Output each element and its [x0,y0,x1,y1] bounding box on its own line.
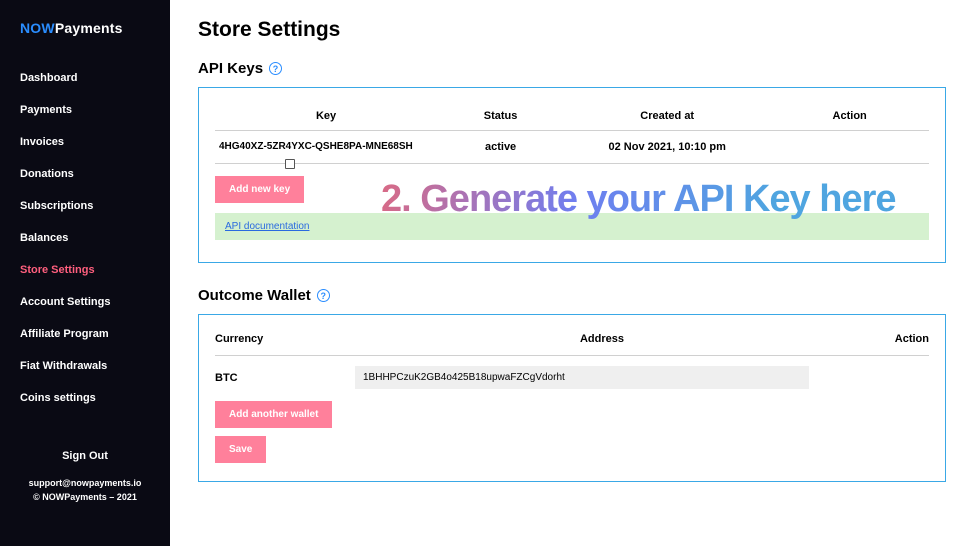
api-key-value: 4HG40XZ-5ZR4YXC-QSHE8PA-MNE68SH [215,130,437,164]
api-doc-bar: API documentation [215,213,929,240]
sidebar: NOWPayments Dashboard Payments Invoices … [0,0,170,546]
help-icon[interactable]: ? [317,289,330,302]
api-keys-label: API Keys [198,60,263,77]
help-icon[interactable]: ? [269,62,282,75]
add-another-wallet-button[interactable]: Add another wallet [215,401,332,428]
sidebar-item-donations[interactable]: Donations [20,162,150,186]
copy-icon[interactable] [285,159,295,169]
col-header-action-wallet: Action [849,333,929,345]
col-header-currency: Currency [215,333,355,345]
col-header-address: Address [355,333,849,345]
sidebar-nav: Dashboard Payments Invoices Donations Su… [0,66,170,410]
copyright-text: © NOWPayments – 2021 [10,490,160,504]
save-button[interactable]: Save [215,436,266,463]
sidebar-item-dashboard[interactable]: Dashboard [20,66,150,90]
wallet-address-cell [355,366,849,389]
sidebar-item-invoices[interactable]: Invoices [20,130,150,154]
sidebar-item-affiliate-program[interactable]: Affiliate Program [20,322,150,346]
col-header-status: Status [437,106,564,130]
brand-part1: NOW [20,20,55,36]
api-key-status: active [437,130,564,164]
sidebar-item-fiat-withdrawals[interactable]: Fiat Withdrawals [20,354,150,378]
wallet-row: BTC [215,355,929,389]
sidebar-footer: Sign Out support@nowpayments.io © NOWPay… [0,450,170,505]
support-email[interactable]: support@nowpayments.io [10,476,160,490]
api-documentation-link[interactable]: API documentation [225,221,310,232]
brand-logo: NOWPayments [0,20,170,66]
sidebar-item-store-settings[interactable]: Store Settings [20,258,150,282]
api-key-created: 02 Nov 2021, 10:10 pm [564,130,770,164]
wallet-address-input[interactable] [355,366,809,389]
outcome-wallet-section-title: Outcome Wallet ? [198,287,946,304]
wallet-currency: BTC [215,372,355,384]
sidebar-item-subscriptions[interactable]: Subscriptions [20,194,150,218]
api-keys-panel: Key Status Created at Action 4HG40XZ-5ZR… [198,87,946,263]
main-content: Store Settings API Keys ? Key Status Cre… [170,0,974,546]
api-key-text: 4HG40XZ-5ZR4YXC-QSHE8PA-MNE68SH [219,141,413,152]
col-header-action: Action [770,106,929,130]
api-keys-section-title: API Keys ? [198,60,946,77]
col-header-key: Key [215,106,437,130]
col-header-created: Created at [564,106,770,130]
page-title: Store Settings [198,18,946,42]
add-new-key-button[interactable]: Add new key [215,176,304,203]
outcome-wallet-label: Outcome Wallet [198,287,311,304]
outcome-wallet-panel: Currency Address Action BTC Add another … [198,314,946,482]
sidebar-item-balances[interactable]: Balances [20,226,150,250]
sidebar-item-coins-settings[interactable]: Coins settings [20,386,150,410]
api-key-action-cell [770,130,929,164]
signout-button[interactable]: Sign Out [10,450,160,462]
sidebar-item-payments[interactable]: Payments [20,98,150,122]
wallet-table-header: Currency Address Action [215,333,929,355]
api-keys-table: Key Status Created at Action 4HG40XZ-5ZR… [215,106,929,164]
sidebar-item-account-settings[interactable]: Account Settings [20,290,150,314]
brand-part2: Payments [55,20,123,36]
